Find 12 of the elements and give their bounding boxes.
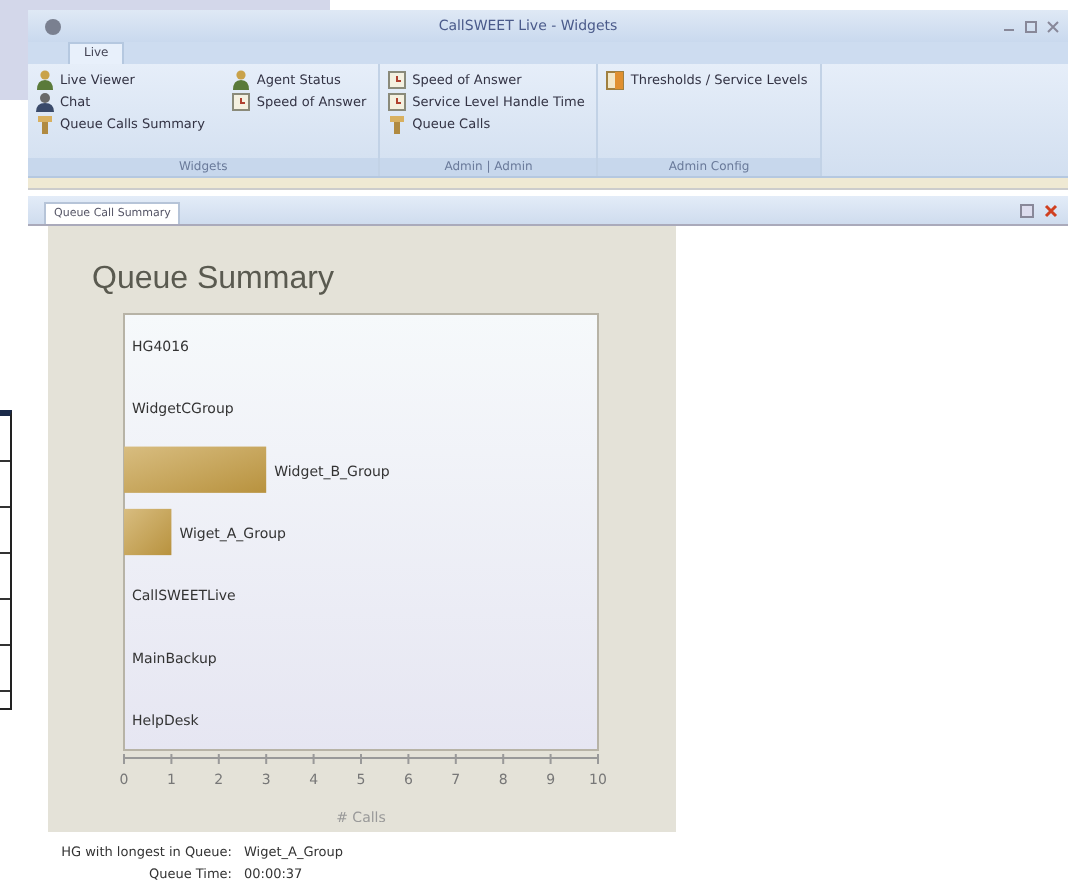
close-icon[interactable] — [1044, 204, 1058, 218]
person-icon — [232, 70, 251, 90]
app-icon — [44, 17, 62, 35]
person-icon — [36, 70, 54, 90]
bar — [124, 446, 267, 493]
close-icon[interactable] — [1046, 19, 1060, 33]
pin-icon[interactable] — [1020, 204, 1034, 218]
chart-title: Queue Summary — [90, 260, 336, 300]
bar — [124, 508, 172, 556]
threshold-icon — [606, 70, 625, 90]
maximize-icon[interactable] — [1024, 19, 1038, 33]
chat-icon — [36, 92, 54, 112]
